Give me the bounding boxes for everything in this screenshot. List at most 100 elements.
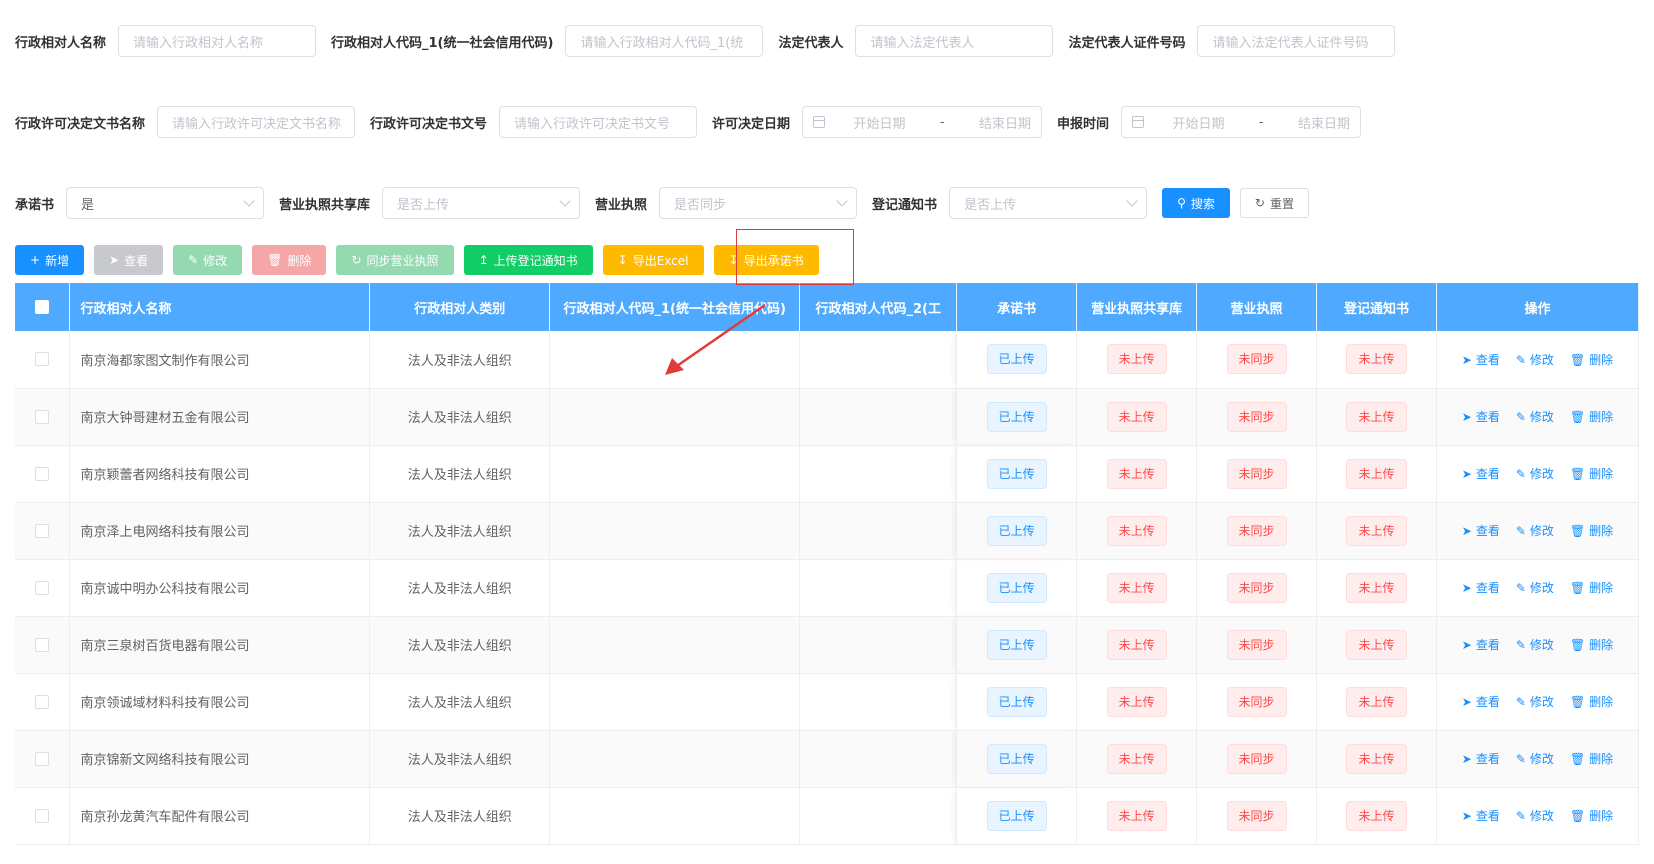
row-delete-link[interactable]: 🗑 删除: [1570, 809, 1613, 823]
chevron-down-icon: [243, 195, 255, 207]
export-excel-button[interactable]: ↧ 导出Excel: [602, 245, 704, 275]
row-checkbox[interactable]: [15, 730, 71, 788]
row-delete-link[interactable]: 🗑 删除: [1570, 353, 1613, 367]
table-row[interactable]: 南京颖蕾者网络科技有限公司 法人及非法人组织 已上传 未上传 未同步 未上传 ➤ 查看 ✎ 修改 🗑…: [15, 445, 1640, 503]
cell-actions: ➤ 查看 ✎ 修改 🗑 删除: [1436, 445, 1640, 503]
row-delete-link[interactable]: 🗑 删除: [1570, 410, 1613, 424]
legal-rep-input[interactable]: 请输入法定代表人: [855, 25, 1054, 57]
table-row[interactable]: 南京泽上电网络科技有限公司 法人及非法人组织 已上传 未上传 未同步 未上传 ➤ 查看 ✎ 修改 🗑…: [15, 502, 1640, 560]
status-badge: 未同步: [1226, 401, 1287, 432]
row-view-link[interactable]: ➤ 查看: [1462, 524, 1500, 538]
row-edit-link[interactable]: ✎ 修改: [1516, 809, 1554, 823]
status-badge: 未上传: [1346, 458, 1407, 489]
cell-category: 法人及非法人组织: [369, 673, 551, 731]
cell-notice: 未上传: [1316, 787, 1437, 845]
reset-button[interactable]: ↻ 重置: [1239, 188, 1309, 218]
cell-code1: [549, 616, 801, 674]
chevron-down-icon: [836, 195, 848, 207]
cell-category: 法人及非法人组织: [369, 559, 551, 617]
license-select[interactable]: 是否同步: [659, 187, 858, 219]
row-checkbox[interactable]: [15, 616, 71, 674]
view-button[interactable]: ➤ 查看: [94, 245, 164, 275]
cell-actions: ➤ 查看 ✎ 修改 🗑 删除: [1436, 730, 1640, 788]
search-button[interactable]: ⚲ 搜索: [1162, 188, 1230, 218]
commitment-select[interactable]: 是: [66, 187, 265, 219]
row-edit-link[interactable]: ✎ 修改: [1516, 524, 1554, 538]
apply-time-range[interactable]: 开始日期 - 结束日期: [1121, 106, 1362, 138]
cell-license-share: 未上传: [1076, 445, 1198, 503]
admin-code-input[interactable]: 请输入行政相对人代码_1(统: [565, 25, 764, 57]
status-badge: 未上传: [1106, 572, 1167, 603]
row-edit-link[interactable]: ✎ 修改: [1516, 410, 1554, 424]
doc-no-input[interactable]: 请输入行政许可决定书文号: [499, 106, 698, 138]
table-row[interactable]: 南京大钟哥建材五金有限公司 法人及非法人组织 已上传 未上传 未同步 未上传 ➤ 查看 ✎ 修改 🗑…: [15, 388, 1640, 446]
highlight-box: [736, 229, 854, 285]
table-row[interactable]: 南京锦新文网络科技有限公司 法人及非法人组织 已上传 未上传 未同步 未上传 ➤ 查看 ✎ 修改 🗑…: [15, 730, 1640, 788]
doc-name-label: 行政许可决定文书名称: [15, 116, 146, 132]
table-row[interactable]: 南京海都家图文制作有限公司 法人及非法人组织 已上传 未上传 未同步 未上传 ➤ 查看 ✎ 修改 🗑…: [15, 331, 1640, 389]
row-checkbox[interactable]: [15, 502, 71, 560]
admin-name-input[interactable]: 请输入行政相对人名称: [118, 25, 317, 57]
plus-icon: +: [30, 253, 41, 267]
upload-notice-button[interactable]: ↥ 上传登记通知书: [463, 245, 593, 275]
table-row[interactable]: 南京三泉树百货电器有限公司 法人及非法人组织 已上传 未上传 未同步 未上传 ➤ 查看 ✎ 修改 🗑…: [15, 616, 1640, 674]
sync-license-button[interactable]: ↻ 同步营业执照: [336, 245, 454, 275]
legal-rep-id-input[interactable]: 请输入法定代表人证件号码: [1197, 25, 1396, 57]
cell-commitment: 已上传: [956, 502, 1078, 560]
row-edit-link[interactable]: ✎ 修改: [1516, 353, 1554, 367]
trash-icon: 🗑: [1569, 695, 1586, 709]
row-view-link[interactable]: ➤ 查看: [1462, 410, 1500, 424]
row-checkbox[interactable]: [15, 331, 71, 389]
row-checkbox[interactable]: [15, 559, 71, 617]
row-edit-link[interactable]: ✎ 修改: [1516, 695, 1554, 709]
permit-date-range[interactable]: 开始日期 - 结束日期: [802, 106, 1043, 138]
table-row[interactable]: 南京孙龙黄汽车配件有限公司 法人及非法人组织 已上传 未上传 未同步 未上传 ➤ 查看 ✎ 修改 🗑…: [15, 787, 1640, 845]
admin-name-label: 行政相对人名称: [15, 35, 107, 51]
row-edit-link[interactable]: ✎ 修改: [1516, 638, 1554, 652]
row-view-link[interactable]: ➤ 查看: [1462, 809, 1500, 823]
refresh-icon: ↻: [351, 253, 362, 267]
status-badge: 未上传: [1346, 515, 1407, 546]
row-checkbox[interactable]: [15, 445, 71, 503]
license-share-select[interactable]: 是否上传: [382, 187, 581, 219]
cell-license: 未同步: [1196, 787, 1318, 845]
edit-button[interactable]: ✎ 修改: [173, 245, 243, 275]
row-delete-link[interactable]: 🗑 删除: [1570, 581, 1613, 595]
trash-icon: 🗑: [1569, 410, 1586, 424]
row-edit-link[interactable]: ✎ 修改: [1516, 752, 1554, 766]
table-row[interactable]: 南京诚中明办公科技有限公司 法人及非法人组织 已上传 未上传 未同步 未上传 ➤ 查看 ✎ 修改 🗑…: [15, 559, 1640, 617]
row-view-link[interactable]: ➤ 查看: [1462, 353, 1500, 367]
row-delete-link[interactable]: 🗑 删除: [1570, 695, 1613, 709]
cell-actions: ➤ 查看 ✎ 修改 🗑 删除: [1436, 331, 1640, 389]
row-view-link[interactable]: ➤ 查看: [1462, 638, 1500, 652]
cell-code1: [549, 787, 801, 845]
row-delete-link[interactable]: 🗑 删除: [1570, 467, 1613, 481]
status-badge: 已上传: [986, 629, 1047, 660]
doc-name-input[interactable]: 请输入行政许可决定文书名称: [157, 106, 356, 138]
add-button[interactable]: + 新增: [15, 245, 85, 275]
row-delete-link[interactable]: 🗑 删除: [1570, 524, 1613, 538]
row-view-link[interactable]: ➤ 查看: [1462, 695, 1500, 709]
cell-license-share: 未上传: [1076, 730, 1198, 788]
row-edit-link[interactable]: ✎ 修改: [1516, 581, 1554, 595]
col-notice: 登记通知书: [1316, 283, 1437, 331]
row-view-link[interactable]: ➤ 查看: [1462, 752, 1500, 766]
cell-commitment: 已上传: [956, 331, 1078, 389]
row-delete-link[interactable]: 🗑 删除: [1570, 752, 1613, 766]
cell-license-share: 未上传: [1076, 388, 1198, 446]
row-view-link[interactable]: ➤ 查看: [1462, 467, 1500, 481]
row-view-link[interactable]: ➤ 查看: [1462, 581, 1500, 595]
filter-row-1: 行政相对人名称 请输入行政相对人名称 行政相对人代码_1(统一社会信用代码) 请…: [15, 25, 1410, 57]
delete-button[interactable]: 🗑 删除: [252, 245, 327, 275]
cell-name: 南京锦新文网络科技有限公司: [69, 730, 371, 788]
row-checkbox[interactable]: [15, 673, 71, 731]
select-all-checkbox[interactable]: [15, 283, 71, 331]
status-badge: 已上传: [986, 344, 1047, 375]
cell-code1: [549, 673, 801, 731]
row-edit-link[interactable]: ✎ 修改: [1516, 467, 1554, 481]
row-checkbox[interactable]: [15, 787, 71, 845]
row-checkbox[interactable]: [15, 388, 71, 446]
notice-select[interactable]: 是否上传: [949, 187, 1148, 219]
table-row[interactable]: 南京领诚域材料科技有限公司 法人及非法人组织 已上传 未上传 未同步 未上传 ➤ 查看 ✎ 修改 🗑…: [15, 673, 1640, 731]
row-delete-link[interactable]: 🗑 删除: [1570, 638, 1613, 652]
